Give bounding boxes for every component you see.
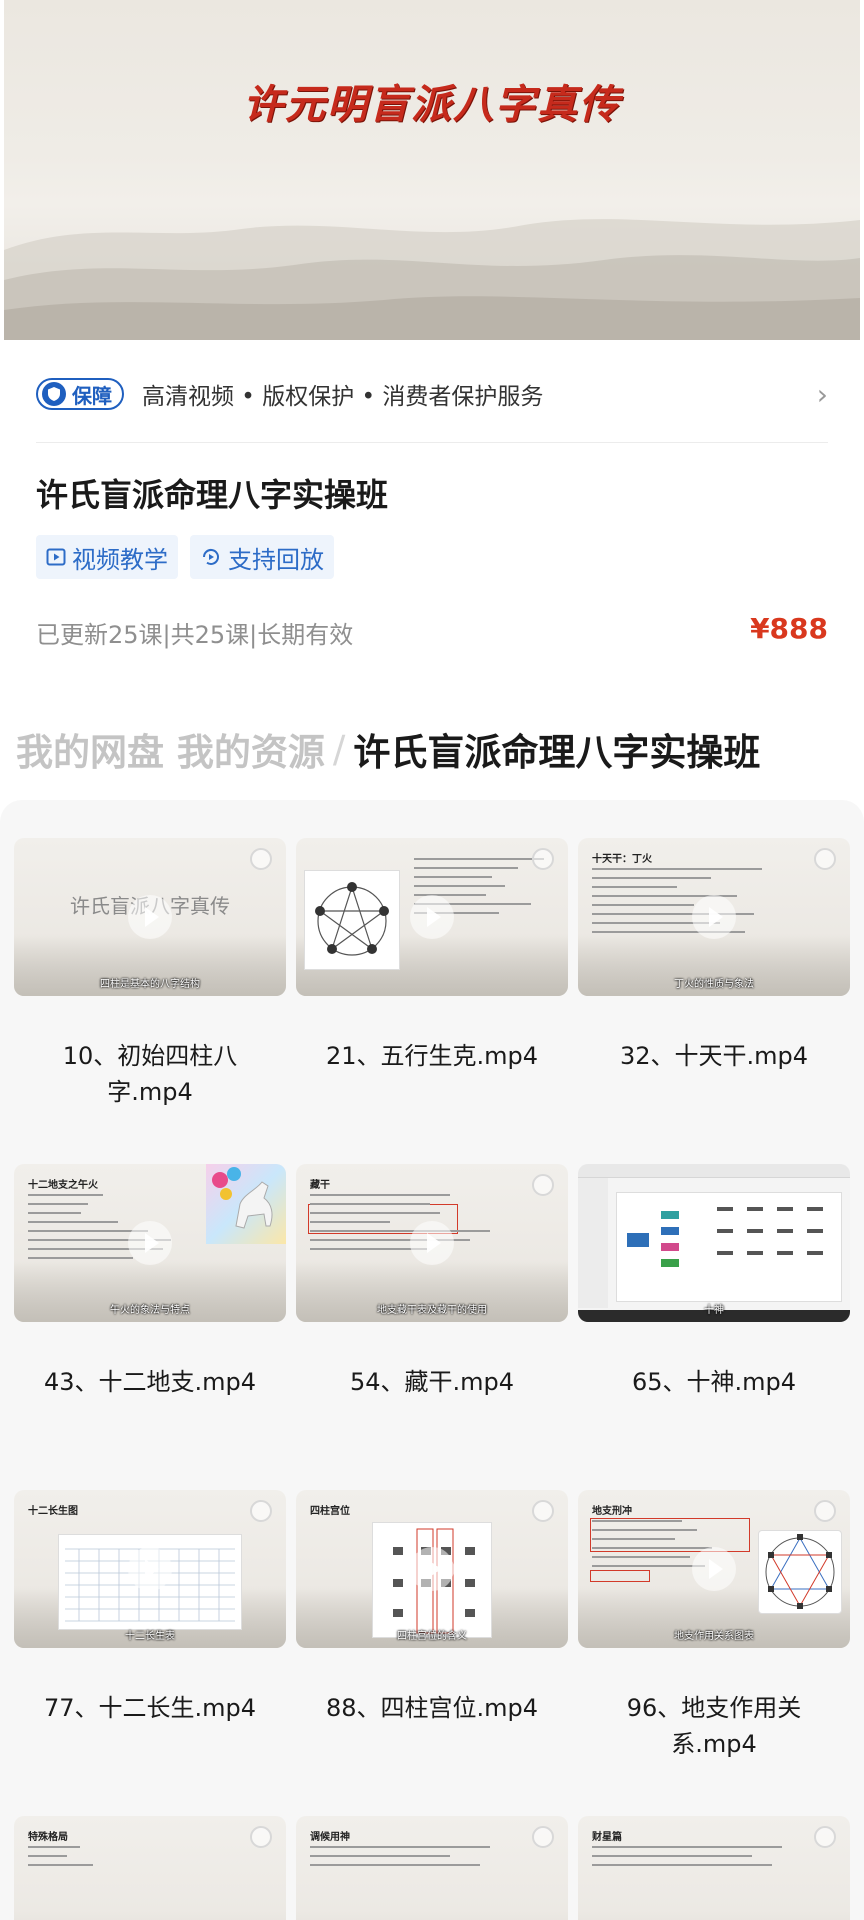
video-card[interactable]: 十二地支之午火 午火的象法与特点 43、十二地支.mp4 <box>14 1164 286 1400</box>
slide-title: 十二地支之午火 <box>28 1180 98 1191</box>
divider <box>36 442 828 443</box>
select-icon[interactable] <box>250 1500 272 1522</box>
video-thumbnail[interactable]: 调候用神 <box>296 1816 568 1920</box>
thumbnail-caption: 地支藏干表及藏干的使用 <box>377 1305 487 1316</box>
video-title: 96、地支作用关系.mp4 <box>626 1694 802 1758</box>
replay-icon <box>200 546 222 568</box>
course-tags: 视频教学 支持回放 <box>36 535 334 579</box>
video-thumbnail[interactable] <box>296 838 568 996</box>
breadcrumb-current: 许氏盲派命理八字实操班 <box>353 731 761 774</box>
video-card[interactable]: 许氏盲派八字真传 四柱是基本的八字结构 10、初始四柱八字.mp4 <box>14 838 286 1110</box>
branch-relation-diagram <box>758 1530 842 1614</box>
video-thumbnail[interactable]: 许氏盲派八字真传 四柱是基本的八字结构 <box>14 838 286 996</box>
thumbnail-caption: 丁火的性质与象法 <box>674 979 754 990</box>
breadcrumb: 我的网盘 我的资源 / 许氏盲派命理八字实操班 <box>16 722 760 776</box>
play-icon[interactable] <box>128 1221 172 1265</box>
tag-label: 视频教学 <box>72 545 168 574</box>
video-title: 43、十二地支.mp4 <box>43 1368 257 1396</box>
mountain-landscape <box>4 219 860 340</box>
thumbnail-caption: 十二长生表 <box>125 1631 175 1642</box>
slide-title: 藏干 <box>310 1180 330 1191</box>
thumbnail-caption: 四柱宫位的含义 <box>397 1631 467 1642</box>
video-card[interactable]: 特殊格局 <box>14 1816 286 1920</box>
video-title: 54、藏干.mp4 <box>349 1368 515 1396</box>
select-icon[interactable] <box>814 1500 836 1522</box>
video-thumbnail[interactable]: 十二长生图 十二长生表 <box>14 1490 286 1648</box>
video-card[interactable]: 藏干 地支藏干表及藏干的使用 54、藏干.mp4 <box>296 1164 568 1400</box>
video-card[interactable]: 十神 65、十神.mp4 <box>578 1164 850 1400</box>
mindmap-slide <box>616 1192 842 1302</box>
video-card[interactable]: 调候用神 <box>296 1816 568 1920</box>
video-thumbnail[interactable]: 地支刑冲 地支作用关系图表 <box>578 1490 850 1648</box>
video-card[interactable]: 21、五行生克.mp4 <box>296 838 568 1074</box>
course-banner: 许元明盲派八字真传 <box>4 0 860 340</box>
play-icon[interactable] <box>692 1547 736 1591</box>
breadcrumb-parent[interactable]: 我的网盘 我的资源 <box>16 722 325 776</box>
guarantee-badge: 保障 <box>36 378 124 410</box>
video-thumbnail[interactable]: 十神 <box>578 1164 850 1322</box>
guarantee-badge-label: 保障 <box>72 383 112 408</box>
play-icon[interactable] <box>692 895 736 939</box>
tag-replay: 支持回放 <box>190 535 334 579</box>
breadcrumb-separator: / <box>332 727 346 771</box>
shield-icon <box>42 382 66 406</box>
video-grid: 许氏盲派八字真传 四柱是基本的八字结构 10、初始四柱八字.mp4 2 <box>0 800 864 1920</box>
guarantee-row[interactable]: 保障 高清视频 • 版权保护 • 消费者保护服务 › <box>36 366 836 422</box>
video-card[interactable]: 地支刑冲 地支作用关系图表 96、地支作用关系.mp4 <box>578 1490 850 1762</box>
slide-title: 十二长生图 <box>28 1506 78 1517</box>
video-thumbnail[interactable]: 财星篇 <box>578 1816 850 1920</box>
video-thumbnail[interactable]: 特殊格局 <box>14 1816 286 1920</box>
thumbnail-caption: 地支作用关系图表 <box>674 1631 754 1642</box>
play-icon[interactable] <box>410 1547 454 1591</box>
video-card[interactable]: 财星篇 <box>578 1816 850 1920</box>
select-icon[interactable] <box>814 1826 836 1848</box>
video-card[interactable]: 四柱宫位 四柱宫位的含义 88、四柱宫位.mp4 <box>296 1490 568 1726</box>
video-card[interactable]: 十天干：丁火 丁火的性质与象法 32、十天干.mp4 <box>578 838 850 1074</box>
video-thumbnail[interactable]: 十天干：丁火 丁火的性质与象法 <box>578 838 850 996</box>
slide-title: 四柱宫位 <box>310 1506 350 1517</box>
tag-label: 支持回放 <box>228 545 324 574</box>
course-price: ¥888 <box>750 612 828 645</box>
select-icon[interactable] <box>532 1174 554 1196</box>
select-icon[interactable] <box>532 848 554 870</box>
select-icon[interactable] <box>814 848 836 870</box>
slide-title: 调候用神 <box>310 1832 350 1843</box>
course-meta: 已更新25课|共25课|长期有效 <box>36 621 354 649</box>
course-title: 许氏盲派命理八字实操班 <box>36 476 389 514</box>
thumbnail-caption: 十神 <box>704 1305 724 1316</box>
video-title: 65、十神.mp4 <box>631 1368 797 1396</box>
slide-title: 十天干：丁火 <box>592 854 652 865</box>
chevron-right-icon[interactable]: › <box>817 378 828 411</box>
select-icon[interactable] <box>250 848 272 870</box>
play-icon[interactable] <box>128 895 172 939</box>
select-icon[interactable] <box>532 1826 554 1848</box>
video-icon <box>46 547 66 567</box>
video-title: 10、初始四柱八字.mp4 <box>62 1042 238 1106</box>
video-thumbnail[interactable]: 四柱宫位 四柱宫位的含义 <box>296 1490 568 1648</box>
pentagram-diagram <box>304 870 400 970</box>
guarantee-text: 高清视频 • 版权保护 • 消费者保护服务 <box>142 384 544 410</box>
video-thumbnail[interactable]: 藏干 地支藏干表及藏干的使用 <box>296 1164 568 1322</box>
horse-image <box>206 1164 286 1244</box>
slide-title: 地支刑冲 <box>592 1506 632 1517</box>
slide-title: 特殊格局 <box>28 1832 68 1843</box>
play-icon[interactable] <box>410 1221 454 1265</box>
banner-title: 许元明盲派八字真传 <box>243 82 621 128</box>
video-title: 77、十二长生.mp4 <box>43 1694 257 1722</box>
play-icon[interactable] <box>128 1547 172 1591</box>
video-thumbnail[interactable]: 十二地支之午火 午火的象法与特点 <box>14 1164 286 1322</box>
video-title: 32、十天干.mp4 <box>619 1042 809 1070</box>
video-title: 88、四柱宫位.mp4 <box>325 1694 539 1722</box>
thumbnail-caption: 四柱是基本的八字结构 <box>100 979 200 990</box>
video-title: 21、五行生克.mp4 <box>325 1042 539 1070</box>
slide-title: 财星篇 <box>592 1832 622 1843</box>
play-icon[interactable] <box>410 895 454 939</box>
tag-video-teaching: 视频教学 <box>36 535 178 579</box>
select-icon[interactable] <box>250 1826 272 1848</box>
select-icon[interactable] <box>532 1500 554 1522</box>
thumbnail-caption: 午火的象法与特点 <box>110 1305 190 1316</box>
video-card[interactable]: 十二长生图 十二长生表 77、十二长生.mp4 <box>14 1490 286 1726</box>
